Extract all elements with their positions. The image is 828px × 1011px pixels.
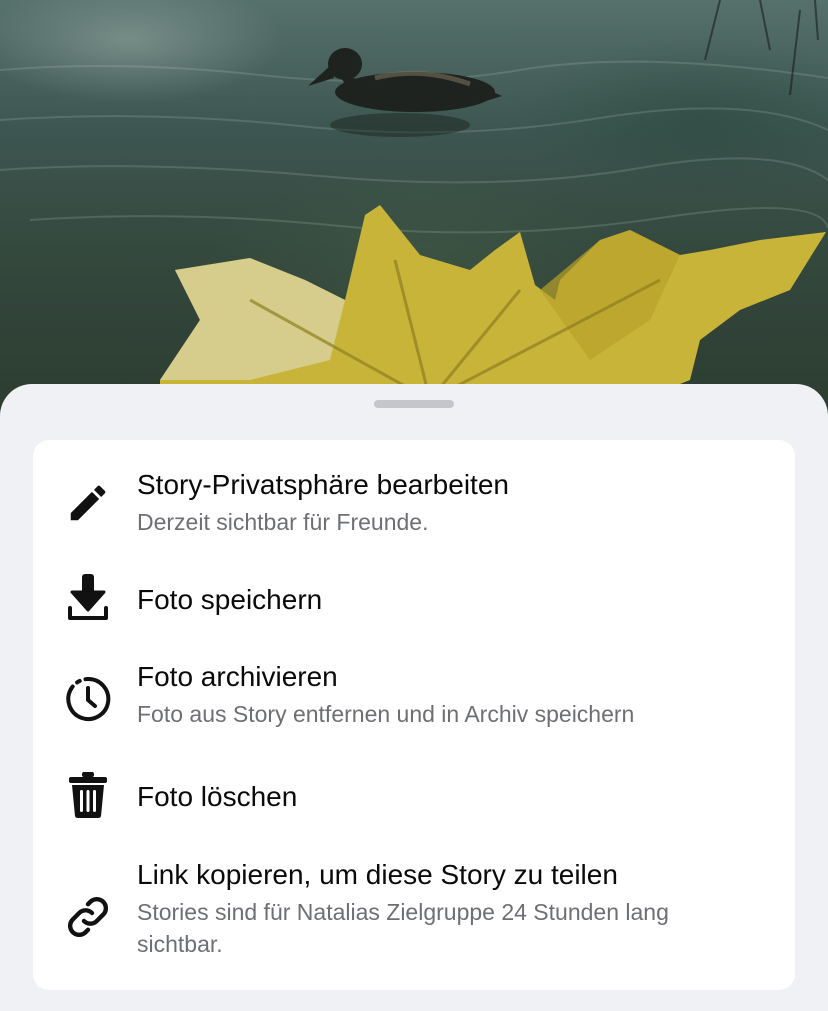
story-photo-illustration bbox=[0, 0, 828, 402]
archive-clock-icon bbox=[63, 674, 113, 724]
option-title: Foto löschen bbox=[137, 781, 298, 812]
link-icon bbox=[63, 892, 113, 942]
option-subtitle: Stories sind für Natalias Zielgruppe 24 … bbox=[137, 899, 669, 957]
archive-photo-option[interactable]: Foto archivieren Foto aus Story entferne… bbox=[33, 660, 795, 744]
option-title: Story-Privatsphäre bearbeiten bbox=[137, 469, 509, 500]
delete-photo-option[interactable]: Foto löschen bbox=[33, 764, 795, 838]
story-options-sheet: Story-Privatsphäre bearbeiten Derzeit si… bbox=[0, 384, 828, 1011]
option-title: Link kopieren, um diese Story zu teilen bbox=[137, 859, 618, 890]
option-title: Foto archivieren bbox=[137, 661, 338, 692]
edit-story-privacy-option[interactable]: Story-Privatsphäre bearbeiten Derzeit si… bbox=[33, 462, 795, 546]
pencil-icon bbox=[63, 478, 113, 528]
save-photo-option[interactable]: Foto speichern bbox=[33, 564, 795, 638]
option-subtitle: Derzeit sichtbar für Freunde. bbox=[137, 509, 429, 535]
option-subtitle: Foto aus Story entfernen und in Archiv s… bbox=[137, 701, 635, 727]
sheet-grabber-handle[interactable] bbox=[374, 400, 454, 408]
copy-story-link-option[interactable]: Link kopieren, um diese Story zu teilen … bbox=[33, 858, 795, 970]
option-title: Foto speichern bbox=[137, 584, 323, 615]
download-icon bbox=[63, 572, 113, 622]
trash-icon bbox=[63, 770, 113, 820]
options-card: Story-Privatsphäre bearbeiten Derzeit si… bbox=[33, 440, 795, 990]
story-photo bbox=[0, 0, 828, 430]
